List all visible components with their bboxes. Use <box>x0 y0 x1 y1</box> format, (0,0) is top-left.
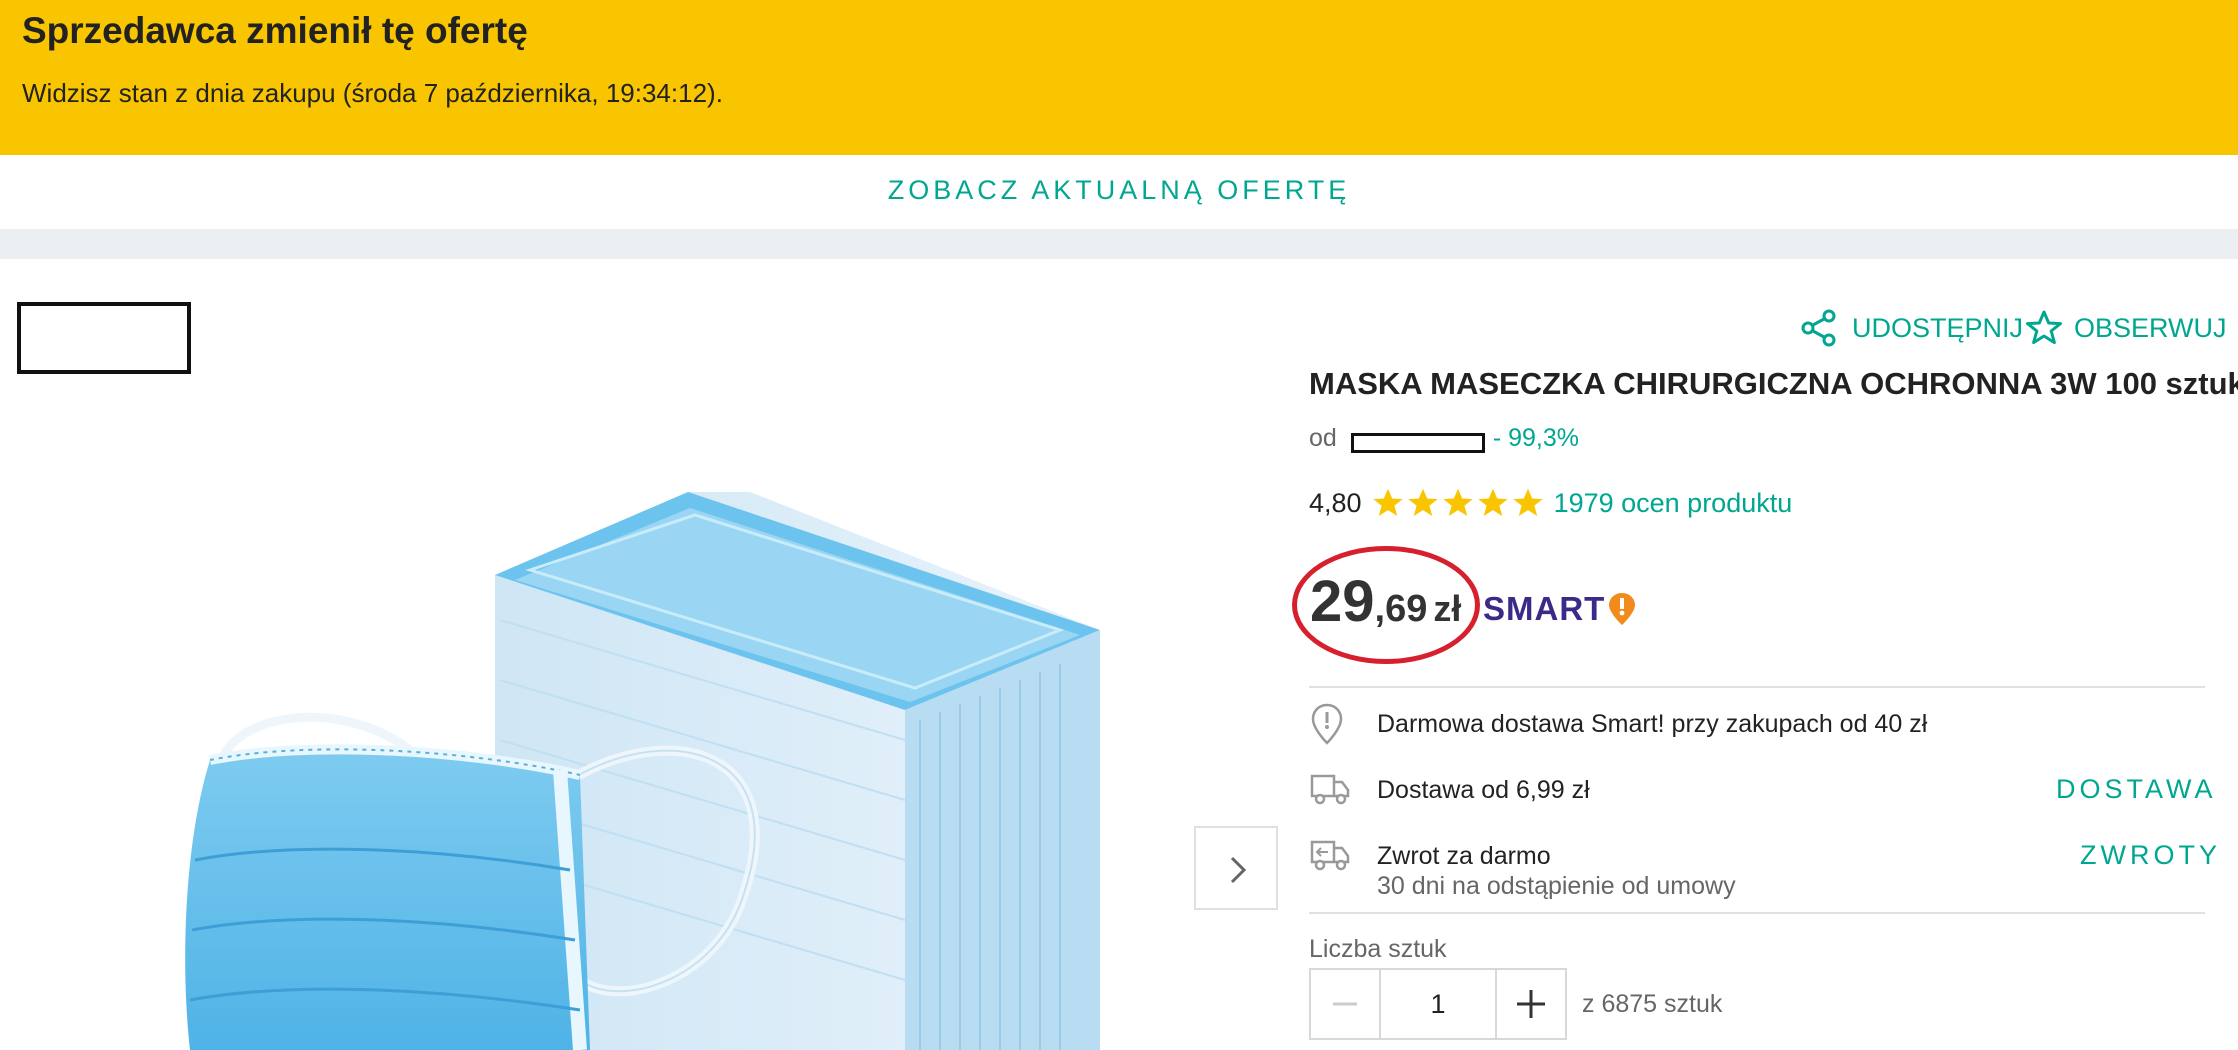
product-title: MASKA MASECZKA CHIRURGICZNA OCHRONNA 3W … <box>1309 366 2238 401</box>
redacted-seller-name[interactable] <box>1350 432 1485 453</box>
delivery-link[interactable]: DOSTAWA <box>2056 774 2217 805</box>
star-outline-icon <box>2026 310 2062 345</box>
quantity-available: z 6875 sztuk <box>1582 990 1723 1018</box>
seller-rating[interactable]: - 99,3% <box>1493 424 1579 453</box>
rating-value: 4,80 <box>1309 487 1362 518</box>
star-icon <box>1407 488 1438 516</box>
changed-offer-banner: Sprzedawca zmienił tę ofertę Widzisz sta… <box>0 0 2238 155</box>
seller-line: od - 99,3% <box>1309 424 1579 453</box>
returns-link[interactable]: ZWROTY <box>2080 840 2221 871</box>
plus-icon <box>1517 990 1545 1018</box>
banner-title: Sprzedawca zmienił tę ofertę <box>22 10 528 51</box>
return-text: Zwrot za darmo <box>1377 842 1551 870</box>
redacted-logo <box>17 302 191 374</box>
increase-quantity-button[interactable] <box>1495 970 1565 1038</box>
price-integer: 29 <box>1310 569 1375 634</box>
divider <box>1309 912 2205 914</box>
truck-icon <box>1310 774 1350 805</box>
smart-badge-icon <box>1609 593 1636 625</box>
star-icon <box>1512 488 1543 516</box>
product-image[interactable] <box>150 420 1130 1050</box>
divider <box>1309 686 2205 688</box>
watch-label: OBSERWUJ <box>2074 312 2227 343</box>
share-icon <box>1801 309 1836 347</box>
quantity-stepper <box>1309 968 1567 1040</box>
free-delivery-text: Darmowa dostawa Smart! przy zakupach od … <box>1377 710 1928 738</box>
gallery-next-button[interactable] <box>1194 826 1278 910</box>
seller-prefix: od <box>1309 424 1337 452</box>
rating-stars <box>1372 487 1544 519</box>
rating-count-link[interactable]: 1979 ocen produktu <box>1554 488 1793 519</box>
shield-pin-icon <box>1311 703 1343 745</box>
quantity-label: Liczba sztuk <box>1309 935 1447 963</box>
star-icon <box>1442 488 1473 516</box>
see-current-offer-link[interactable]: ZOBACZ AKTUALNĄ OFERTĘ <box>0 175 2238 206</box>
section-divider <box>0 229 2238 259</box>
banner-subtitle: Widzisz stan z dnia zakupu (środa 7 paźd… <box>22 78 723 108</box>
price-currency: zł <box>1433 588 1462 629</box>
return-subtext: 30 dni na odstąpienie od umowy <box>1377 872 1736 900</box>
product-rating: 4,80 1979 ocen produktu <box>1309 487 1792 519</box>
return-truck-icon <box>1310 840 1350 871</box>
star-icon <box>1372 488 1403 516</box>
share-button[interactable]: UDOSTĘPNIJ <box>1800 308 2023 348</box>
smart-logo: SMART <box>1483 590 1637 628</box>
watch-button[interactable]: OBSERWUJ <box>2026 308 2227 348</box>
star-icon <box>1477 488 1508 516</box>
price: 29,69 zł <box>1310 568 1461 635</box>
minus-icon <box>1333 1002 1357 1006</box>
quantity-input[interactable] <box>1381 970 1495 1038</box>
price-decimal: ,69 <box>1374 588 1428 630</box>
smart-label: SMART <box>1483 590 1606 627</box>
delivery-cost-text: Dostawa od 6,99 zł <box>1377 776 1590 804</box>
chevron-right-icon <box>1230 856 1247 884</box>
share-label: UDOSTĘPNIJ <box>1852 312 2024 343</box>
decrease-quantity-button[interactable] <box>1311 970 1381 1038</box>
